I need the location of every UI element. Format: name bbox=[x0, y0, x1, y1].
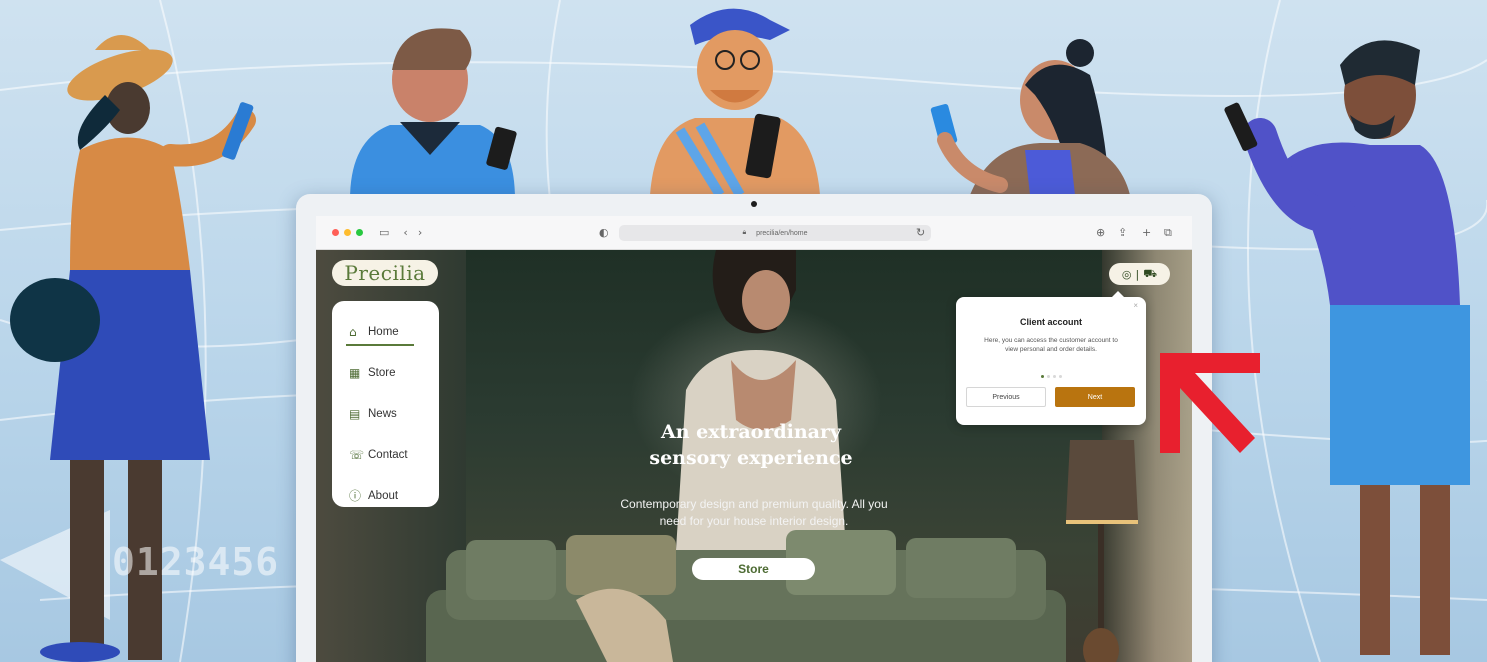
browser-toolbar: ▭ ‹ › ◐ 🔒︎ precilia/en/home ↻ ⊕ ⇪ + ⧉ bbox=[316, 216, 1192, 250]
url-text: precilia/en/home bbox=[756, 229, 808, 237]
popover-body: Here, you can access the customer accoun… bbox=[984, 337, 1118, 354]
account-cart-pill: ◎ | ⛟ bbox=[1109, 263, 1170, 285]
address-bar[interactable]: 🔒︎ precilia/en/home bbox=[619, 225, 931, 241]
counter-digits: 0123456 bbox=[112, 540, 280, 584]
nav-item-about[interactable]: ⓘ About bbox=[332, 475, 439, 516]
forward-icon[interactable]: › bbox=[418, 226, 422, 239]
hero-title-line-2: sensory experience bbox=[649, 446, 853, 469]
step-indicator bbox=[956, 375, 1146, 378]
webcam bbox=[751, 201, 757, 207]
nav-label-news: News bbox=[368, 407, 397, 420]
popover-title: Client account bbox=[1019, 317, 1082, 327]
lock-icon: 🔒︎ bbox=[742, 229, 747, 236]
website-viewport: Precilia ⌂ Home ▦ Store ▤ News ☏ Contact bbox=[316, 250, 1192, 662]
home-icon: ⌂ bbox=[349, 324, 357, 339]
minimize-window-dot[interactable] bbox=[344, 229, 351, 236]
step-dot bbox=[1052, 375, 1056, 378]
step-dot-active bbox=[1040, 375, 1044, 378]
sidebar-toggle-icon[interactable]: ▭ bbox=[379, 226, 389, 239]
nav-item-home[interactable]: ⌂ Home bbox=[332, 311, 439, 352]
nav-label-contact: Contact bbox=[368, 448, 408, 461]
tour-popover: × Client account Here, you can access th… bbox=[956, 291, 1146, 425]
back-icon[interactable]: ‹ bbox=[403, 226, 407, 239]
contact-icon: ☏ bbox=[349, 447, 365, 462]
person-man-hoodie-illustration bbox=[350, 28, 517, 200]
person-woman-bun-illustration bbox=[930, 39, 1130, 195]
pointer-arrow-icon bbox=[1160, 353, 1260, 453]
tab-overview-icon[interactable]: ⧉ bbox=[1164, 226, 1172, 240]
nav-label-about: About bbox=[368, 489, 399, 502]
zoom-window-dot[interactable] bbox=[356, 229, 363, 236]
nav-label-store: Store bbox=[368, 366, 396, 379]
store-icon: ▦ bbox=[349, 365, 361, 380]
reload-icon[interactable]: ↻ bbox=[916, 226, 925, 239]
news-icon: ▤ bbox=[349, 406, 361, 421]
info-icon: ⓘ bbox=[349, 489, 362, 503]
divider: | bbox=[1135, 267, 1140, 281]
previous-button[interactable]: Previous bbox=[966, 387, 1046, 407]
step-dot bbox=[1058, 375, 1062, 378]
user-account-icon[interactable]: ◎ bbox=[1122, 268, 1132, 281]
hero-subtitle-line-1: Contemporary design and premium quality.… bbox=[620, 497, 888, 511]
close-window-dot[interactable] bbox=[332, 229, 339, 236]
next-button[interactable]: Next bbox=[1055, 387, 1135, 407]
hero-subtitle-line-2: need for your house interior design. bbox=[659, 513, 849, 528]
site-logo[interactable]: Precilia bbox=[332, 260, 438, 286]
side-navigation: ⌂ Home ▦ Store ▤ News ☏ Contact ⓘ About bbox=[332, 301, 439, 507]
nav-item-news[interactable]: ▤ News bbox=[332, 393, 439, 434]
nav-item-store[interactable]: ▦ Store bbox=[332, 352, 439, 393]
person-ginger-man-illustration bbox=[650, 8, 820, 195]
privacy-shield-icon[interactable]: ◐ bbox=[599, 226, 609, 239]
laptop-screen: ▭ ‹ › ◐ 🔒︎ precilia/en/home ↻ ⊕ ⇪ + ⧉ Pr… bbox=[316, 216, 1192, 662]
hero-title-line-1: An extraordinary bbox=[660, 421, 842, 443]
nav-label-home: Home bbox=[368, 325, 399, 338]
close-icon[interactable]: × bbox=[1133, 301, 1138, 310]
nav-item-contact[interactable]: ☏ Contact bbox=[332, 434, 439, 475]
cart-icon[interactable]: ⛟ bbox=[1143, 267, 1157, 282]
downloads-icon[interactable]: ⊕ bbox=[1096, 226, 1105, 239]
sofa-image bbox=[426, 530, 1066, 662]
window-controls bbox=[332, 229, 363, 236]
step-dot bbox=[1046, 375, 1050, 378]
hero-title: An extraordinary sensory experience bbox=[586, 420, 916, 471]
share-icon[interactable]: ⇪ bbox=[1118, 226, 1127, 239]
laptop-frame: ▭ ‹ › ◐ 🔒︎ precilia/en/home ↻ ⊕ ⇪ + ⧉ Pr… bbox=[296, 194, 1212, 662]
hero-subtitle: Contemporary design and premium quality.… bbox=[574, 496, 934, 530]
store-button[interactable]: Store bbox=[692, 558, 815, 580]
floor-lamp-image bbox=[1066, 440, 1138, 662]
new-tab-icon[interactable]: + bbox=[1142, 226, 1151, 239]
